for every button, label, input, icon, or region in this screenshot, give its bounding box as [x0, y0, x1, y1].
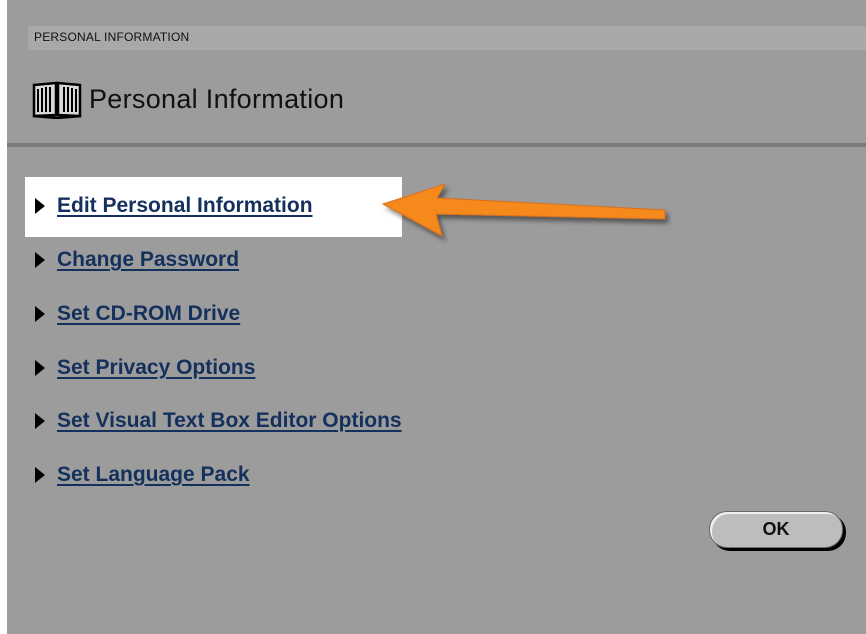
callout-arrow-icon — [381, 183, 666, 237]
triangle-right-icon — [35, 360, 45, 376]
menu-item-set-visual-text-box-editor-options[interactable]: Set Visual Text Box Editor Options — [35, 407, 402, 435]
triangle-right-icon — [35, 413, 45, 429]
page-title: Personal Information — [89, 83, 345, 114]
ok-button[interactable]: OK — [709, 511, 843, 548]
page-header: Personal Information — [31, 76, 344, 122]
change-password-link[interactable]: Change Password — [57, 248, 239, 272]
triangle-right-icon — [35, 306, 45, 322]
book-icon — [32, 81, 82, 119]
set-language-pack-link[interactable]: Set Language Pack — [57, 463, 250, 487]
edit-personal-information-link[interactable]: Edit Personal Information — [57, 194, 313, 218]
breadcrumb: PERSONAL INFORMATION — [28, 26, 866, 50]
menu-item-set-language-pack[interactable]: Set Language Pack — [35, 461, 250, 489]
set-visual-text-box-editor-options-link[interactable]: Set Visual Text Box Editor Options — [57, 409, 402, 433]
header-divider — [7, 143, 866, 147]
set-cd-rom-drive-link[interactable]: Set CD-ROM Drive — [57, 302, 240, 326]
menu-item-edit-personal-information[interactable]: Edit Personal Information — [35, 192, 313, 220]
triangle-right-icon — [35, 467, 45, 483]
personal-information-panel: PERSONAL INFORMATION Personal Informatio… — [7, 0, 866, 634]
menu-item-set-cd-rom-drive[interactable]: Set CD-ROM Drive — [35, 300, 240, 328]
menu-item-set-privacy-options[interactable]: Set Privacy Options — [35, 354, 255, 382]
triangle-right-icon — [35, 252, 45, 268]
menu-item-change-password[interactable]: Change Password — [35, 246, 239, 274]
triangle-right-icon — [35, 198, 45, 214]
callout-arrow-shape — [381, 183, 666, 237]
set-privacy-options-link[interactable]: Set Privacy Options — [57, 356, 255, 380]
breadcrumb-text: PERSONAL INFORMATION — [34, 30, 190, 44]
